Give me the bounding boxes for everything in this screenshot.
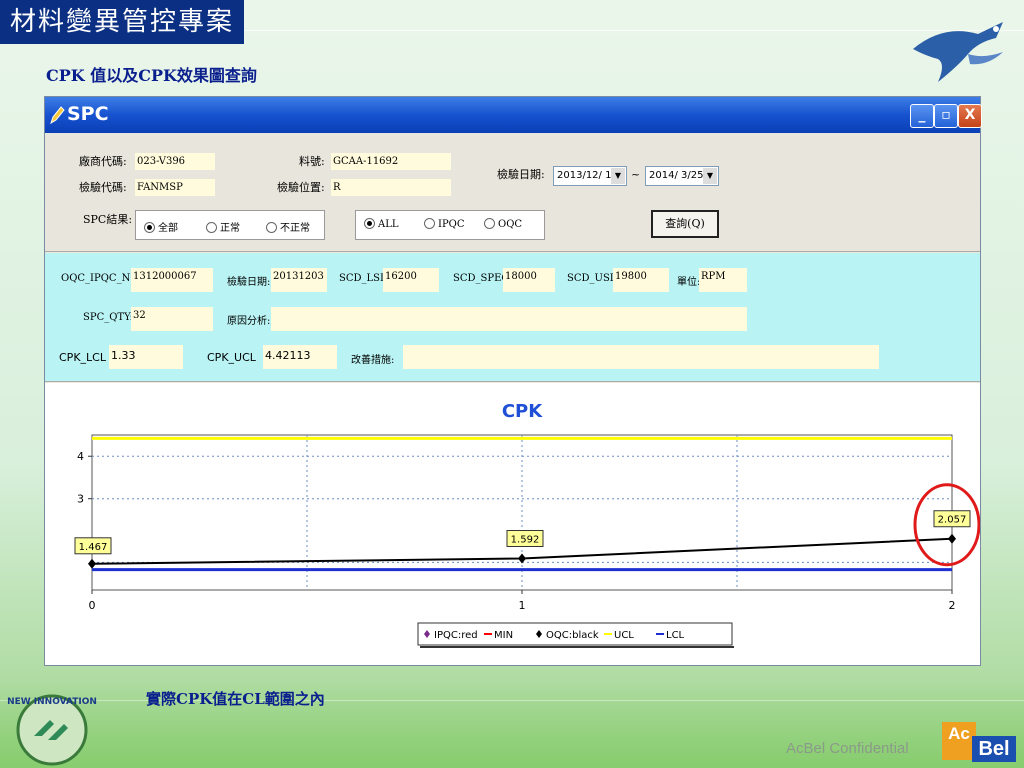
y-tick-label: 3	[77, 493, 84, 506]
date-to-select[interactable]: 2014/ 3/25 ▼	[645, 166, 719, 186]
insp-date-label: 檢驗日期:	[227, 277, 271, 288]
radio-checked-icon	[364, 218, 375, 229]
oqc-no-field[interactable]: 1312000067	[131, 268, 213, 292]
slide-subtitle: CPK 值以及CPK效果圖查詢	[46, 66, 257, 85]
spc-result-radio-group: 全部 正常 不正常	[135, 210, 325, 240]
slide-title: 材料變異管控專案	[0, 0, 245, 44]
vendor-code-label: 廠商代碼:	[79, 155, 127, 168]
cpk-ucl-label: CPK_UCL	[207, 351, 256, 364]
vendor-code-field[interactable]: 023-V396	[135, 153, 215, 170]
query-panel: 廠商代碼: 023-V396 料號: GCAA-11692 檢驗代碼: FANM…	[45, 133, 980, 252]
confidential-label: AcBel Confidential	[786, 740, 909, 757]
date-from-select[interactable]: 2013/12/ 1 ▼	[553, 166, 627, 186]
query-button[interactable]: 查詢(Q)	[651, 210, 719, 238]
legend-entry: LCL	[666, 630, 685, 641]
improve-label: 改善措施:	[351, 355, 395, 366]
radio-abnormal[interactable]: 不正常	[266, 219, 310, 234]
qty-label: SPC_QTY:	[83, 312, 133, 323]
spc-result-label: SPC結果:	[83, 213, 133, 226]
qty-field[interactable]: 32	[131, 307, 213, 331]
cpk-chart: CPK 3 4 0 1 2 1.467 1.592 2.057 IPQC:red MIN OQC:bl…	[74, 401, 981, 648]
radio-label: 正常	[220, 223, 240, 234]
cause-label: 原因分析:	[227, 316, 271, 327]
acbel-logo: Ac Bel	[942, 722, 1016, 762]
location-field[interactable]: R	[331, 179, 451, 196]
insp-date-field[interactable]: 20131203	[271, 268, 327, 292]
logo-bel: Bel	[972, 736, 1016, 762]
radio-label: OQC	[498, 219, 523, 230]
data-label: 1.592	[511, 534, 540, 545]
pencil-icon	[50, 106, 65, 125]
chart-panel: CPK 3 4 0 1 2 1.467 1.592 2.057 IPQC:red MIN OQC:bl…	[45, 383, 981, 665]
cpk-ucl-field[interactable]: 4.42113	[263, 345, 337, 369]
source-radio-group: ALL IPQC OQC	[355, 210, 545, 240]
cpk-lcl-label: CPK_LCL	[59, 351, 106, 364]
radio-checked-icon	[144, 222, 155, 233]
usl-field[interactable]: 19800	[613, 268, 669, 292]
legend-entry: MIN	[494, 630, 513, 641]
radio-unchecked-icon	[266, 222, 277, 233]
window-title: SPC	[67, 103, 109, 125]
oqc-no-label: OQC_IPQC_NO:	[61, 273, 142, 284]
x-tick-label: 2	[949, 599, 956, 612]
logo-ac: Ac	[942, 722, 976, 760]
maximize-button[interactable]: ▫	[934, 104, 958, 128]
usl-label: SCD_USL:	[567, 273, 620, 284]
y-tick-label: 4	[77, 450, 84, 463]
spec-field[interactable]: 18000	[503, 268, 555, 292]
radio-all-results[interactable]: 全部	[144, 219, 178, 234]
improve-field[interactable]	[403, 345, 879, 369]
lsl-field[interactable]: 16200	[383, 268, 439, 292]
radio-unchecked-icon	[206, 222, 217, 233]
radio-unchecked-icon	[424, 218, 435, 229]
inspector-code-label: 檢驗代碼:	[79, 181, 127, 194]
cause-field[interactable]	[271, 307, 747, 331]
date-to-value: 2014/ 3/25	[649, 170, 704, 181]
radio-label: IPQC	[438, 219, 465, 230]
data-label: 2.057	[938, 515, 967, 526]
part-no-label: 料號:	[299, 155, 325, 168]
left-logo-text: NEW INNOVATION	[7, 697, 97, 707]
radio-label: 全部	[158, 223, 178, 234]
close-button[interactable]: X	[958, 104, 982, 128]
window-titlebar: SPC _ ▫ X	[45, 97, 982, 133]
unit-field[interactable]: RPM	[699, 268, 747, 292]
location-label: 檢驗位置:	[277, 181, 325, 194]
detail-panel: OQC_IPQC_NO: 1312000067 檢驗日期: 20131203 S…	[45, 253, 980, 382]
spc-window: SPC _ ▫ X 廠商代碼: 023-V396 料號: GCAA-11692 …	[44, 96, 982, 666]
part-no-field[interactable]: GCAA-11692	[331, 153, 451, 170]
radio-source-all[interactable]: ALL	[364, 218, 399, 230]
legend-entry: OQC:black	[546, 630, 599, 641]
date-label: 檢驗日期:	[497, 168, 545, 181]
x-tick-label: 1	[519, 599, 526, 612]
x-tick-label: 0	[89, 599, 96, 612]
radio-label: 不正常	[280, 223, 310, 234]
radio-source-oqc[interactable]: OQC	[484, 218, 523, 230]
minimize-button[interactable]: _	[910, 104, 934, 128]
eagle-logo	[913, 22, 1003, 82]
date-from-value: 2013/12/ 1	[557, 170, 612, 181]
radio-unchecked-icon	[484, 218, 495, 229]
radio-source-ipqc[interactable]: IPQC	[424, 218, 465, 230]
new-innovation-logo: NEW INNOVATION	[7, 694, 97, 766]
chevron-down-icon: ▼	[703, 168, 717, 184]
unit-label: 單位:	[677, 277, 701, 288]
legend-entry: IPQC:red	[434, 630, 478, 641]
data-label: 1.467	[79, 542, 108, 553]
cpk-lcl-field[interactable]: 1.33	[109, 345, 183, 369]
bottom-note: 實際CPK值在CL範圍之內	[146, 690, 325, 708]
date-separator: ~	[631, 168, 641, 181]
chart-title: CPK	[502, 401, 543, 422]
radio-label: ALL	[378, 219, 399, 230]
radio-normal[interactable]: 正常	[206, 219, 240, 234]
chevron-down-icon: ▼	[611, 168, 625, 184]
legend-entry: UCL	[614, 630, 634, 641]
inspector-code-field[interactable]: FANMSP	[135, 179, 215, 196]
